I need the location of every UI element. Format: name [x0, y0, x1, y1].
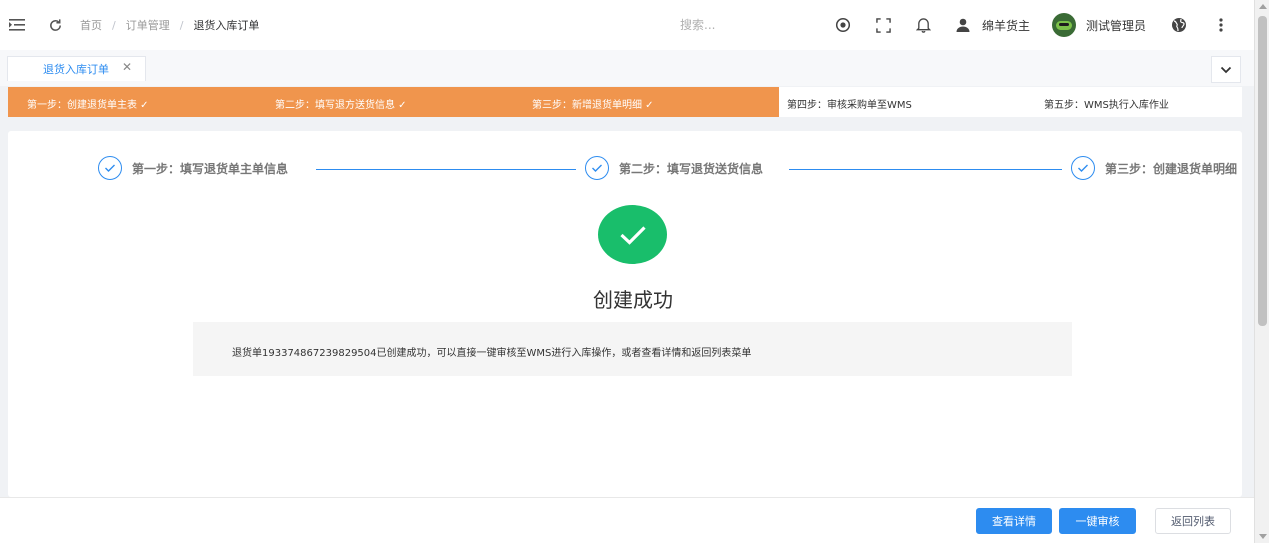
progress-step-1: 第一步：创建退货单主表 ✓ [27, 100, 149, 111]
check-icon [1071, 156, 1095, 180]
nav-right: 绵羊货主 测试管理员 [834, 0, 1230, 50]
tab-return-inbound-order[interactable]: 退货入库订单 ✕ [7, 56, 146, 81]
step-3-title: 第三步：创建退货单明细 [1105, 161, 1238, 176]
step-3: 第三步：创建退货单明细 [1071, 156, 1237, 180]
result-description: 退货单1933748672398295​04已创建成功，可以直接一键审核至WMS… [193, 322, 1072, 376]
tab-label: 退货入库订单 [43, 63, 109, 76]
fullscreen-icon[interactable] [874, 16, 892, 34]
bell-icon[interactable] [914, 16, 932, 34]
owner-switcher[interactable]: 绵羊货主 [954, 16, 1030, 34]
result-description-text: 退货单1933748672398295​04已创建成功，可以直接一键审核至WMS… [232, 348, 752, 359]
search-input[interactable]: 搜索... [680, 16, 715, 33]
breadcrumb: 首页 / 订单管理 / 退货入库订单 [80, 17, 259, 33]
step-connector [789, 169, 1062, 170]
step-2: 第二步：填写退货送货信息 [585, 156, 763, 180]
progress-step-4: 第四步：审核采购单至WMS [787, 100, 912, 111]
page-scrollbar[interactable] [1254, 0, 1269, 543]
back-to-list-button[interactable]: 返回列表 [1155, 508, 1231, 534]
menu-icon[interactable] [8, 16, 26, 34]
step-connector [316, 169, 576, 170]
tab-bar: 退货入库订单 ✕ [0, 50, 1254, 86]
progress-step-2: 第二步：填写退方送货信息 ✓ [275, 100, 407, 111]
avatar [1052, 13, 1077, 37]
check-icon [98, 156, 122, 180]
more-vertical-icon[interactable] [1212, 16, 1230, 34]
check-icon [585, 156, 609, 180]
steps: 第一步：填写退货单主单信息 第二步：填写退货送货信息 第三步：创建退货单明细 [8, 153, 1242, 181]
top-navbar: 首页 / 订单管理 / 退货入库订单 搜索... 绵羊货主 测试管理员 [0, 0, 1254, 50]
workflow-progress: 第一步：创建退货单主表 ✓ 第二步：填写退方送货信息 ✓ 第三步：新增退货单明细… [8, 87, 1242, 117]
footer-actions: 查看详情 一键审核 返回列表 [0, 497, 1254, 543]
progress-step-5: 第五步：WMS执行入库作业 [1044, 100, 1169, 111]
nav-left: 首页 / 订单管理 / 退货入库订单 [8, 0, 259, 50]
view-detail-button[interactable]: 查看详情 [976, 508, 1052, 534]
breadcrumb-current: 退货入库订单 [193, 19, 260, 32]
owner-label: 绵羊货主 [982, 18, 1031, 33]
one-click-audit-button[interactable]: 一键审核 [1059, 508, 1136, 534]
step-2-title: 第二步：填写退货送货信息 [619, 161, 764, 176]
tab-dropdown-button[interactable] [1211, 56, 1241, 83]
close-icon[interactable]: ✕ [122, 60, 132, 74]
breadcrumb-home[interactable]: 首页 [80, 17, 102, 33]
user-name-label: 测试管理员 [1086, 18, 1147, 33]
record-icon[interactable] [834, 16, 852, 34]
step-1: 第一步：填写退货单主单信息 [98, 156, 288, 180]
scroll-down-arrow-icon[interactable] [1259, 534, 1267, 539]
success-icon [598, 205, 667, 264]
scrollbar-thumb[interactable] [1258, 16, 1267, 326]
user-menu[interactable]: 测试管理员 [1052, 13, 1146, 37]
result-card: 第一步：填写退货单主单信息 第二步：填写退货送货信息 第三步：创建退货单明细 创… [8, 131, 1242, 497]
user-icon [954, 16, 972, 34]
progress-step-3: 第三步：新增退货单明细 ✓ [532, 100, 654, 111]
chevron-down-icon [1220, 63, 1232, 77]
breadcrumb-separator: / [112, 18, 116, 32]
result-title: 创建成功 [593, 288, 673, 312]
breadcrumb-separator: / [179, 18, 184, 32]
step-1-title: 第一步：填写退货单主单信息 [132, 161, 289, 176]
breadcrumb-order-management[interactable]: 订单管理 [126, 17, 170, 33]
globe-icon[interactable] [1170, 16, 1188, 34]
refresh-icon[interactable] [46, 16, 64, 34]
scroll-up-arrow-icon[interactable] [1259, 4, 1267, 9]
